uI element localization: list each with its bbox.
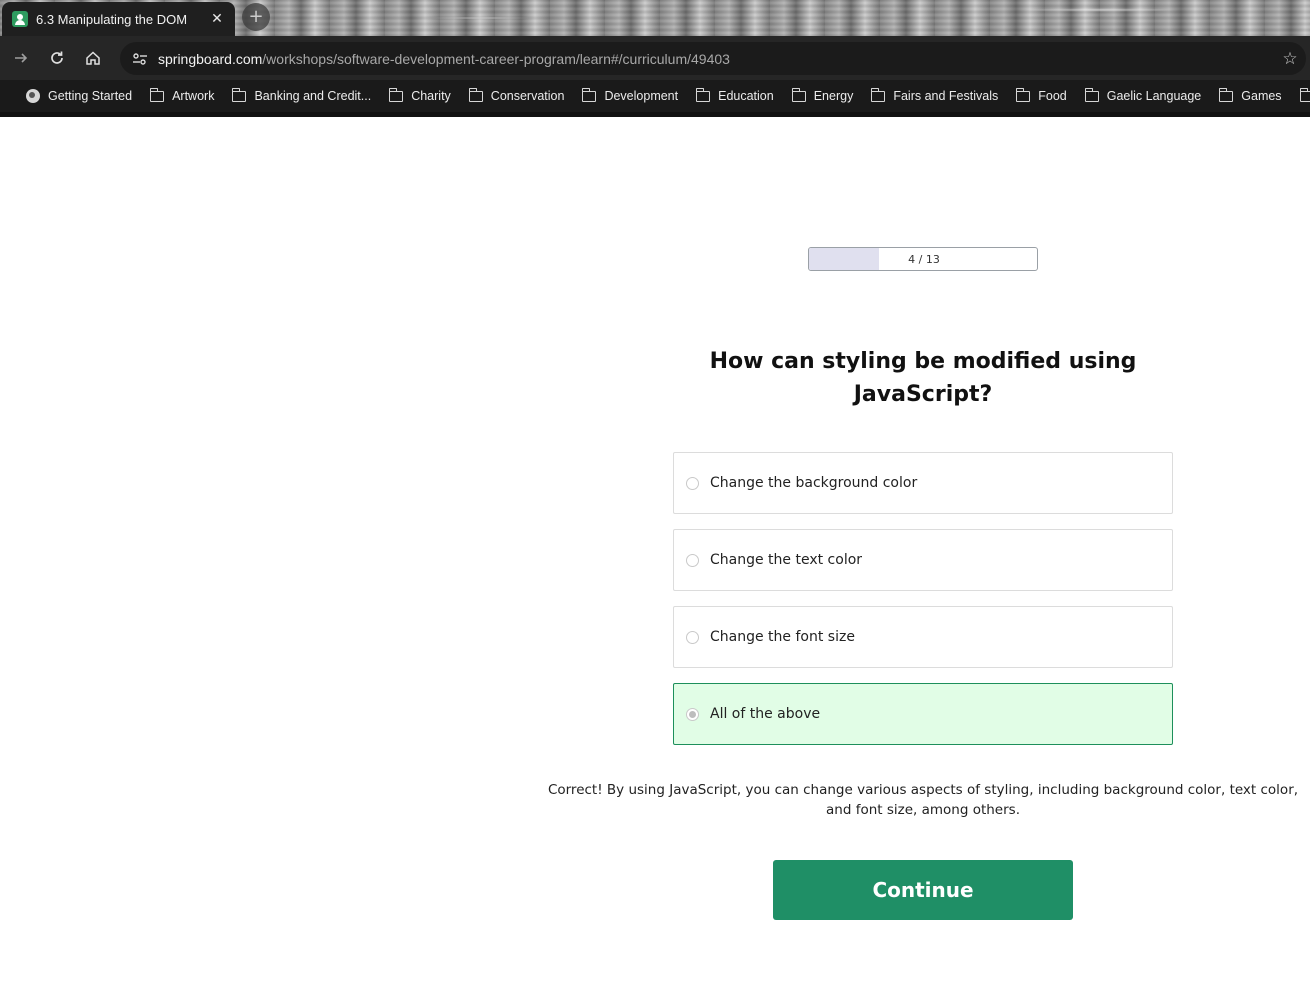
bookmark-label: Gaelic Language bbox=[1106, 89, 1202, 103]
folder-icon bbox=[871, 87, 886, 102]
bookmark-item[interactable]: Development bbox=[582, 87, 679, 103]
bookmark-label: Games bbox=[1241, 89, 1282, 103]
bookmark-item[interactable]: Conservation bbox=[468, 87, 565, 103]
folder-icon bbox=[1084, 87, 1099, 102]
option-label: Change the font size bbox=[710, 629, 855, 645]
answer-option-font-size[interactable]: Change the font size bbox=[673, 606, 1173, 668]
bookmark-item[interactable]: Artwork bbox=[150, 87, 215, 103]
bookmark-label: Education bbox=[718, 89, 774, 103]
url-host: springboard.com bbox=[158, 50, 263, 67]
bookmark-item[interactable]: G bbox=[1299, 87, 1310, 103]
springboard-favicon-icon bbox=[12, 11, 28, 27]
url-path: /workshops/software-development-career-p… bbox=[262, 50, 730, 67]
reload-button[interactable] bbox=[39, 40, 75, 76]
folder-icon bbox=[389, 87, 404, 102]
answer-option-background-color[interactable]: Change the background color bbox=[673, 452, 1173, 514]
home-icon bbox=[86, 51, 100, 65]
answer-option-all-of-the-above[interactable]: All of the above bbox=[673, 683, 1173, 745]
browser-tab[interactable]: 6.3 Manipulating the DOM ✕ bbox=[2, 2, 235, 36]
address-bar[interactable]: springboard.com/workshops/software-devel… bbox=[120, 42, 1306, 75]
continue-button[interactable]: Continue bbox=[773, 860, 1073, 920]
chrome-divider bbox=[0, 112, 1310, 117]
folder-icon bbox=[232, 87, 247, 102]
bookmark-item[interactable]: Gaelic Language bbox=[1084, 87, 1202, 103]
folder-icon bbox=[150, 87, 165, 102]
tab-title: 6.3 Manipulating the DOM bbox=[36, 11, 188, 27]
bookmark-label: Charity bbox=[411, 89, 451, 103]
bookmark-label: Food bbox=[1038, 89, 1067, 103]
option-label: Change the text color bbox=[710, 552, 863, 568]
arrow-right-icon bbox=[15, 53, 28, 63]
new-tab-button[interactable]: + bbox=[242, 3, 270, 31]
bookmark-label: Banking and Credit... bbox=[254, 89, 372, 103]
bookmark-item[interactable]: Banking and Credit... bbox=[232, 87, 372, 103]
bookmark-item[interactable]: Energy bbox=[791, 87, 854, 103]
progress-label: 4 / 13 bbox=[908, 252, 940, 266]
quiz-progress-bar: 4 / 13 bbox=[808, 247, 1038, 271]
question-title: How can styling be modified using JavaSc… bbox=[709, 349, 1137, 407]
folder-icon bbox=[1016, 87, 1031, 102]
site-info-icon[interactable] bbox=[128, 47, 152, 71]
bookmark-item[interactable]: Education bbox=[696, 87, 774, 103]
option-label: Change the background color bbox=[710, 475, 918, 491]
globe-icon bbox=[26, 89, 40, 103]
bookmark-label: Conservation bbox=[490, 89, 565, 103]
radio-button[interactable] bbox=[686, 476, 699, 490]
radio-button[interactable] bbox=[686, 553, 699, 567]
radio-button-selected[interactable] bbox=[686, 707, 699, 721]
home-button[interactable] bbox=[75, 40, 111, 76]
folder-icon bbox=[468, 87, 483, 102]
bookmark-star-icon[interactable]: ☆ bbox=[1274, 49, 1306, 69]
browser-chrome: 6.3 Manipulating the DOM ✕ + springboard… bbox=[0, 0, 1310, 117]
bookmarks-bar: Getting Started Artwork Banking and Credit… bbox=[0, 80, 1310, 112]
folder-icon bbox=[1299, 87, 1310, 102]
answer-feedback: Correct! By using JavaScript, you can ch… bbox=[547, 782, 1299, 818]
radio-button[interactable] bbox=[686, 630, 699, 644]
bookmark-label: Getting Started bbox=[48, 89, 133, 103]
bookmark-label: Energy bbox=[813, 89, 854, 103]
option-label: All of the above bbox=[710, 706, 821, 722]
bookmark-label: Fairs and Festivals bbox=[893, 89, 999, 103]
bookmark-item[interactable]: Charity bbox=[389, 87, 451, 103]
folder-icon bbox=[1219, 87, 1234, 102]
bookmark-label: Artwork bbox=[172, 89, 215, 103]
bookmark-item[interactable]: Games bbox=[1219, 87, 1282, 103]
forward-button[interactable] bbox=[3, 40, 39, 76]
bookmark-item[interactable]: Fairs and Festivals bbox=[871, 87, 999, 103]
folder-icon bbox=[791, 87, 806, 102]
bookmark-item[interactable]: Food bbox=[1016, 87, 1067, 103]
folder-icon bbox=[582, 87, 597, 102]
reload-icon bbox=[51, 51, 63, 64]
folder-icon bbox=[696, 87, 711, 102]
url-text: springboard.com/workshops/software-devel… bbox=[158, 51, 1274, 67]
bookmark-label: Development bbox=[604, 89, 679, 103]
answer-option-text-color[interactable]: Change the text color bbox=[673, 529, 1173, 591]
close-tab-icon[interactable]: ✕ bbox=[209, 11, 225, 27]
bookmark-item[interactable]: Getting Started bbox=[26, 89, 132, 103]
